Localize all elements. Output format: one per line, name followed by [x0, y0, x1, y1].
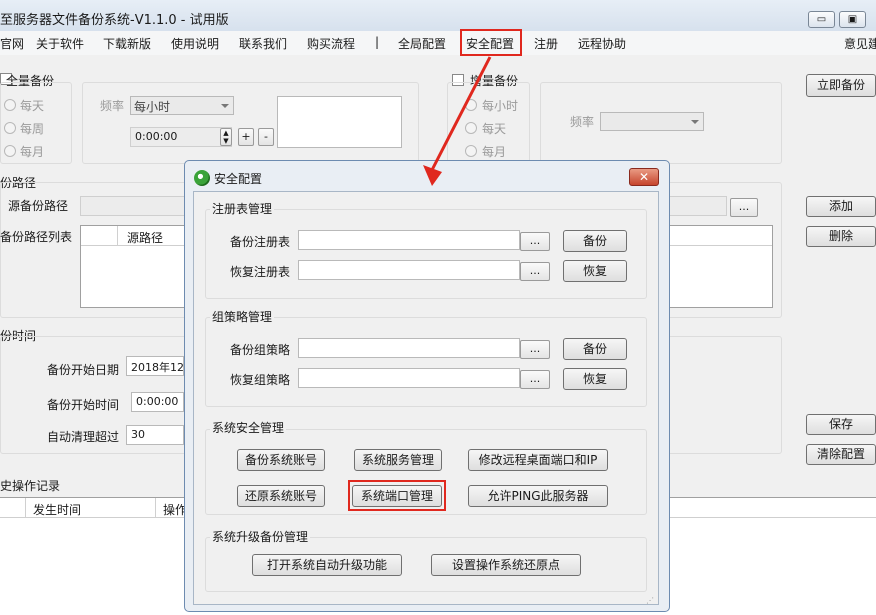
- time-list-box[interactable]: [277, 96, 402, 148]
- source-path-label: 源备份路径: [8, 199, 69, 213]
- backup-registry-input[interactable]: [298, 230, 520, 250]
- restore-system-account-button[interactable]: 还原系统账号: [237, 485, 325, 507]
- enable-auto-update-button[interactable]: 打开系统自动升级功能: [252, 554, 402, 576]
- menu-separator: |: [375, 35, 380, 49]
- radio-inc-daily[interactable]: [465, 122, 477, 134]
- time-input[interactable]: 0:00:00: [130, 127, 232, 147]
- system-service-button[interactable]: 系统服务管理: [354, 449, 442, 471]
- allow-ping-button[interactable]: 允许PING此服务器: [468, 485, 608, 507]
- app-icon: [194, 170, 210, 186]
- maximize-button[interactable]: ▣: [839, 11, 866, 28]
- minimize-icon: ▭: [816, 14, 827, 25]
- group-policy-title: 组策略管理: [210, 308, 275, 325]
- dialog-title: 安全配置: [214, 172, 263, 186]
- column-divider: [117, 226, 118, 246]
- start-time-label: 备份开始时间: [47, 398, 120, 412]
- backup-registry-browse-button[interactable]: ...: [520, 232, 550, 251]
- radio-hourly-label: 每小时: [482, 99, 519, 113]
- save-button[interactable]: 保存: [806, 414, 876, 435]
- security-config-dialog: 安全配置 ✕ 注册表管理 备份注册表 ... 备份 恢复注册表 ... 恢复 组…: [184, 160, 670, 612]
- column-divider: [25, 498, 26, 518]
- resize-grip-icon[interactable]: ⋰: [646, 596, 656, 606]
- menu-item-feedback[interactable]: 意见建: [844, 35, 876, 52]
- source-path-column-header[interactable]: 源路径: [127, 229, 163, 246]
- window-title: 至服务器文件备份系统-V1.1.0 - 试用版: [0, 13, 229, 28]
- set-restore-point-button[interactable]: 设置操作系统还原点: [431, 554, 581, 576]
- restore-registry-input[interactable]: [298, 260, 520, 280]
- auto-clean-input[interactable]: 30: [126, 425, 184, 445]
- modify-rdp-port-button[interactable]: 修改远程桌面端口和IP: [468, 449, 608, 471]
- freq-select[interactable]: 每小时: [130, 96, 234, 115]
- restore-registry-browse-button[interactable]: ...: [520, 262, 550, 281]
- clear-config-button[interactable]: 清除配置: [806, 444, 876, 465]
- restore-policy-label: 恢复组策略: [230, 373, 291, 387]
- radio-weekly[interactable]: [4, 122, 16, 134]
- start-date-input[interactable]: 2018年12月: [126, 356, 184, 376]
- backup-policy-label: 备份组策略: [230, 343, 291, 357]
- backup-now-button[interactable]: 立即备份: [806, 74, 876, 97]
- dialog-close-button[interactable]: ✕: [629, 168, 659, 186]
- restore-policy-browse-button[interactable]: ...: [520, 370, 550, 389]
- backup-registry-button[interactable]: 备份: [563, 230, 627, 252]
- minus-button[interactable]: -: [258, 128, 274, 146]
- radio-inc-monthly[interactable]: [465, 145, 477, 157]
- start-time-input[interactable]: 0:00:00: [131, 392, 184, 412]
- group-policy-group: [205, 317, 647, 407]
- path-list-label: 备份路径列表: [0, 230, 73, 244]
- menu-item-contact[interactable]: 联系我们: [239, 35, 287, 52]
- delete-path-button[interactable]: 删除: [806, 226, 876, 247]
- chevron-down-icon: [691, 120, 699, 124]
- time-column-header[interactable]: 发生时间: [33, 501, 81, 518]
- registry-group: [205, 209, 647, 299]
- upgrade-group-title: 系统升级备份管理: [210, 528, 311, 545]
- backup-system-account-button[interactable]: 备份系统账号: [237, 449, 325, 471]
- radio-daily-label: 每天: [20, 99, 45, 113]
- time-spinner[interactable]: ▲ ▼: [220, 128, 232, 146]
- backup-policy-input[interactable]: [298, 338, 520, 358]
- system-security-title: 系统安全管理: [210, 419, 287, 436]
- inc-freq-select[interactable]: [600, 112, 704, 131]
- close-icon: ✕: [638, 170, 650, 184]
- restore-policy-input[interactable]: [298, 368, 520, 388]
- registry-group-title: 注册表管理: [210, 200, 275, 217]
- menu-item-manual[interactable]: 使用说明: [171, 35, 219, 52]
- menu-item-global-config[interactable]: 全局配置: [398, 35, 446, 52]
- menu-item-download[interactable]: 下载新版: [103, 35, 151, 52]
- backup-registry-label: 备份注册表: [230, 235, 291, 249]
- radio-weekly-label: 每周: [20, 122, 45, 136]
- radio-hourly[interactable]: [465, 99, 477, 111]
- history-title: 史操作记录: [0, 479, 61, 493]
- backup-policy-button[interactable]: 备份: [563, 338, 627, 360]
- backup-policy-browse-button[interactable]: ...: [520, 340, 550, 359]
- menu-item-website[interactable]: 官网: [0, 35, 24, 52]
- start-date-label: 备份开始日期: [47, 363, 120, 377]
- restore-policy-button[interactable]: 恢复: [563, 368, 627, 390]
- radio-monthly-label: 每月: [20, 145, 45, 159]
- menu-item-register[interactable]: 注册: [534, 35, 558, 52]
- add-path-button[interactable]: 添加: [806, 196, 876, 217]
- maximize-icon: ▣: [847, 14, 858, 25]
- radio-daily[interactable]: [4, 99, 16, 111]
- radio-inc-daily-label: 每天: [482, 122, 507, 136]
- menu-item-security-config[interactable]: 安全配置: [466, 35, 514, 52]
- minimize-button[interactable]: ▭: [808, 11, 835, 28]
- radio-monthly[interactable]: [4, 145, 16, 157]
- restore-registry-label: 恢复注册表: [230, 265, 291, 279]
- system-port-button[interactable]: 系统端口管理: [352, 485, 442, 507]
- menu-item-about[interactable]: 关于软件: [36, 35, 84, 52]
- auto-clean-label: 自动清理超过: [47, 430, 120, 444]
- plus-button[interactable]: +: [238, 128, 254, 146]
- source-path-browse-button[interactable]: ...: [730, 198, 758, 217]
- chevron-down-icon: [221, 104, 229, 108]
- inc-freq-label: 频率: [570, 115, 595, 129]
- restore-registry-button[interactable]: 恢复: [563, 260, 627, 282]
- radio-inc-monthly-label: 每月: [482, 145, 507, 159]
- dialog-body: 注册表管理 备份注册表 ... 备份 恢复注册表 ... 恢复 组策略管理 备份…: [193, 191, 659, 605]
- menu-item-remote-help[interactable]: 远程协助: [578, 35, 626, 52]
- menu-item-purchase[interactable]: 购买流程: [307, 35, 355, 52]
- freq-label: 频率: [100, 99, 125, 113]
- column-divider: [155, 498, 156, 518]
